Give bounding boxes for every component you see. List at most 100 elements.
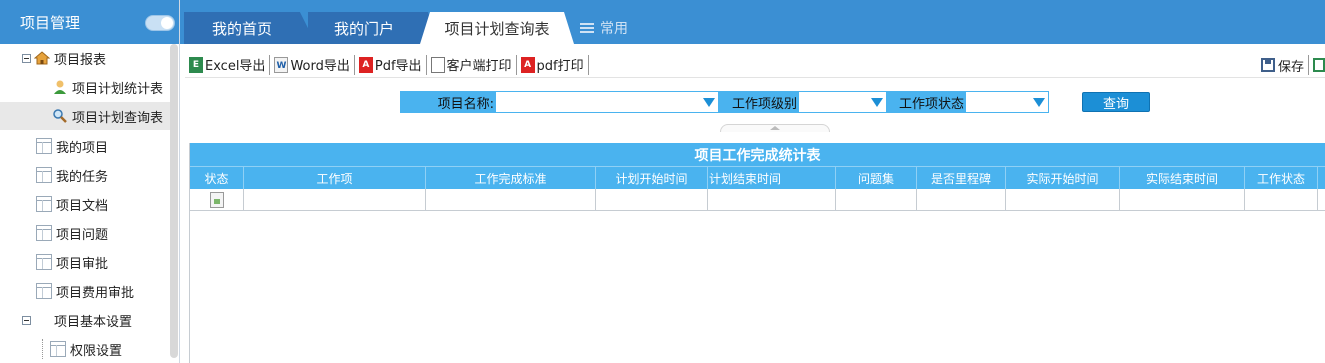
tab-separator	[558, 12, 574, 44]
broken-image-icon	[210, 192, 224, 208]
column-header[interactable]: 实际开始时间	[1006, 167, 1120, 189]
pdf-export-button[interactable]: A Pdf导出	[355, 54, 427, 75]
column-header[interactable]: 计划结束时间	[708, 167, 836, 189]
sidebar-item-label: 我的项目	[56, 140, 109, 156]
status-cell	[190, 189, 244, 211]
sidebar-item-my-tasks[interactable]: 我的任务	[36, 161, 108, 189]
sidebar-item-plan-stats[interactable]: 项目计划统计表	[52, 73, 163, 101]
table-cell	[244, 189, 426, 211]
column-header[interactable]: 工作状态	[1245, 167, 1318, 189]
sidebar-item-label: 项目基本设置	[54, 314, 133, 330]
toolbar-right: 保存	[1257, 52, 1325, 78]
table-row[interactable]	[190, 189, 1325, 211]
tab-label: 我的首页	[211, 19, 272, 38]
tab-label: 常用	[600, 21, 628, 37]
button-label: Word导出	[290, 59, 350, 74]
chevron-down-icon	[703, 98, 715, 107]
sidebar-item-label: 项目问题	[56, 227, 109, 243]
sidebar-item-label: 项目报表	[54, 52, 107, 68]
project-name-select[interactable]	[495, 91, 719, 113]
sidebar-scrollbar[interactable]	[170, 44, 178, 358]
column-header[interactable]: 是否里程碑	[917, 167, 1006, 189]
menu-icon	[580, 23, 594, 33]
sidebar-item-my-projects[interactable]: 我的项目	[36, 132, 108, 160]
collapse-icon[interactable]	[22, 315, 31, 325]
table-icon	[36, 196, 52, 212]
status-select[interactable]	[965, 91, 1049, 113]
column-header[interactable]: 问题集	[836, 167, 917, 189]
table-cell	[1245, 189, 1318, 211]
column-header[interactable]: 工作完成标准	[426, 167, 596, 189]
client-print-button[interactable]: 客户端打印	[427, 54, 517, 75]
save-icon	[1260, 58, 1275, 72]
collapse-icon[interactable]	[22, 53, 31, 63]
table-icon	[50, 341, 66, 357]
status-label: 工作项状态	[887, 91, 966, 113]
pdf-print-button[interactable]: A pdf打印	[517, 54, 589, 75]
sidebar-item-project-reports[interactable]: 项目报表	[22, 44, 106, 72]
result-grid: 项目工作完成统计表 状态 工作项 工作完成标准 计划开始时间 计划结束时间 问题…	[189, 143, 1325, 363]
collapse-query-handle[interactable]	[720, 124, 830, 132]
sidebar-item-label: 项目计划查询表	[72, 110, 164, 126]
excel-export-button[interactable]: E Excel导出	[185, 54, 271, 75]
table-icon	[36, 138, 52, 154]
table-icon	[36, 225, 52, 241]
chevron-down-icon	[871, 98, 883, 107]
button-label: Pdf导出	[374, 59, 422, 74]
sidebar-item-label: 项目计划统计表	[72, 81, 164, 97]
button-label: 保存	[1277, 59, 1304, 75]
project-name-label: 项目名称:	[400, 91, 496, 113]
export-icon[interactable]	[1313, 58, 1325, 72]
query-bar: 项目名称: 工作项级别 工作项状态 查询	[185, 79, 1325, 132]
table-icon	[36, 283, 52, 299]
tab-label: 我的门户	[333, 19, 394, 38]
table-cell	[708, 189, 836, 211]
tab-label: 项目计划查询表	[444, 19, 550, 38]
save-button[interactable]: 保存	[1257, 55, 1309, 75]
sidebar-item-project-issues[interactable]: 项目问题	[36, 219, 108, 247]
table-icon	[36, 254, 52, 270]
column-header[interactable]: 状态	[190, 167, 244, 189]
button-label: pdf打印	[536, 59, 584, 74]
word-export-button[interactable]: W Word导出	[270, 54, 355, 75]
tab-common[interactable]: 常用	[580, 12, 628, 44]
table-cell	[1006, 189, 1120, 211]
tab-plan-query[interactable]: 项目计划查询表	[436, 12, 558, 44]
sidebar-item-plan-query[interactable]: 项目计划查询表	[0, 102, 170, 130]
excel-icon: E	[189, 56, 203, 73]
toolbar: E Excel导出 W Word导出 A Pdf导出 客户端打印 A pdf打印…	[185, 52, 1325, 78]
column-header[interactable]: 计划开始时间	[596, 167, 708, 189]
search-icon	[52, 108, 68, 124]
sidebar: 项目管理 项目报表 项目计划统计表 项目计划查询表 我的项目 我的任务 项目文档…	[0, 0, 180, 363]
tab-portal[interactable]: 我的门户	[308, 12, 420, 44]
column-header[interactable]: 实际结束时间	[1120, 167, 1245, 189]
pdf-icon: A	[520, 56, 535, 73]
chevron-down-icon	[1033, 98, 1045, 107]
sidebar-item-project-docs[interactable]: 项目文档	[36, 190, 108, 218]
query-button[interactable]: 查询	[1082, 92, 1150, 112]
sidebar-item-project-approval[interactable]: 项目审批	[36, 248, 108, 276]
sidebar-item-expense-approval[interactable]: 项目费用审批	[36, 277, 134, 305]
column-header[interactable]: 工作项	[244, 167, 426, 189]
grid-title: 项目工作完成统计表	[190, 143, 1325, 167]
sidebar-item-label: 项目费用审批	[56, 285, 135, 301]
table-cell	[1120, 189, 1245, 211]
level-select[interactable]	[798, 91, 887, 113]
table-cell	[596, 189, 708, 211]
tab-home[interactable]: 我的首页	[184, 12, 300, 44]
pdf-icon: A	[358, 56, 373, 73]
print-icon	[430, 56, 445, 73]
sidebar-item-basic-settings[interactable]: 项目基本设置	[22, 306, 132, 334]
sidebar-toggle[interactable]	[145, 15, 175, 31]
sidebar-item-permissions[interactable]: 权限设置	[42, 335, 122, 363]
sidebar-header: 项目管理	[0, 0, 179, 44]
button-label: 客户端打印	[446, 59, 512, 74]
tree-line	[42, 339, 50, 359]
sidebar-item-label: 项目文档	[56, 198, 109, 214]
table-icon	[36, 167, 52, 183]
sidebar-item-label: 项目审批	[56, 256, 109, 272]
sidebar-item-label: 我的任务	[56, 169, 109, 185]
button-label: Excel导出	[205, 59, 266, 74]
table-cell	[426, 189, 596, 211]
level-label: 工作项级别	[719, 91, 799, 113]
